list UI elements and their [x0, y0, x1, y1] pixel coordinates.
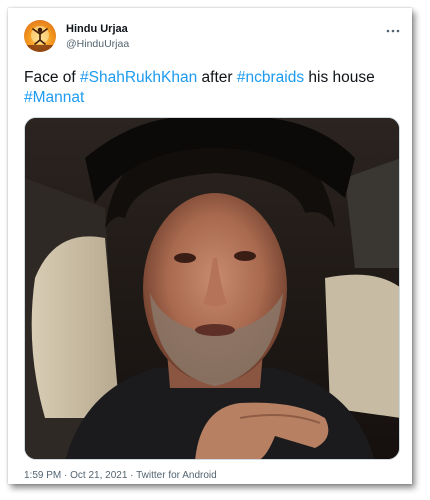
- avatar[interactable]: [24, 20, 56, 52]
- hashtag-link[interactable]: #ShahRukhKhan: [80, 69, 197, 86]
- hashtag-link[interactable]: #Mannat: [24, 89, 84, 106]
- tweet-text: Face of #ShahRukhKhan after #ncbraids hi…: [24, 68, 404, 108]
- tweet-header: Hindu Urjaa @HinduUrjaa: [24, 20, 404, 56]
- account-name[interactable]: Hindu Urjaa: [66, 23, 128, 35]
- more-dots-icon[interactable]: [382, 20, 404, 42]
- photo-of-man-in-car-icon: [25, 118, 399, 459]
- hashtag-link[interactable]: #ncbraids: [237, 69, 304, 86]
- tweet-text-part: Face of: [24, 69, 80, 86]
- tweet-card: Hindu Urjaa @HinduUrjaa Face of #ShahRuk…: [8, 8, 412, 484]
- tweet-timestamp[interactable]: 1:59 PM · Oct 21, 2021 · Twitter for And…: [24, 470, 217, 481]
- tweet-text-part: his house: [304, 69, 375, 86]
- meditation-silhouette-icon: [24, 26, 56, 52]
- tweet-photo[interactable]: [24, 117, 400, 460]
- account-handle[interactable]: @HinduUrjaa: [66, 38, 129, 50]
- tweet-text-part: after: [197, 69, 237, 86]
